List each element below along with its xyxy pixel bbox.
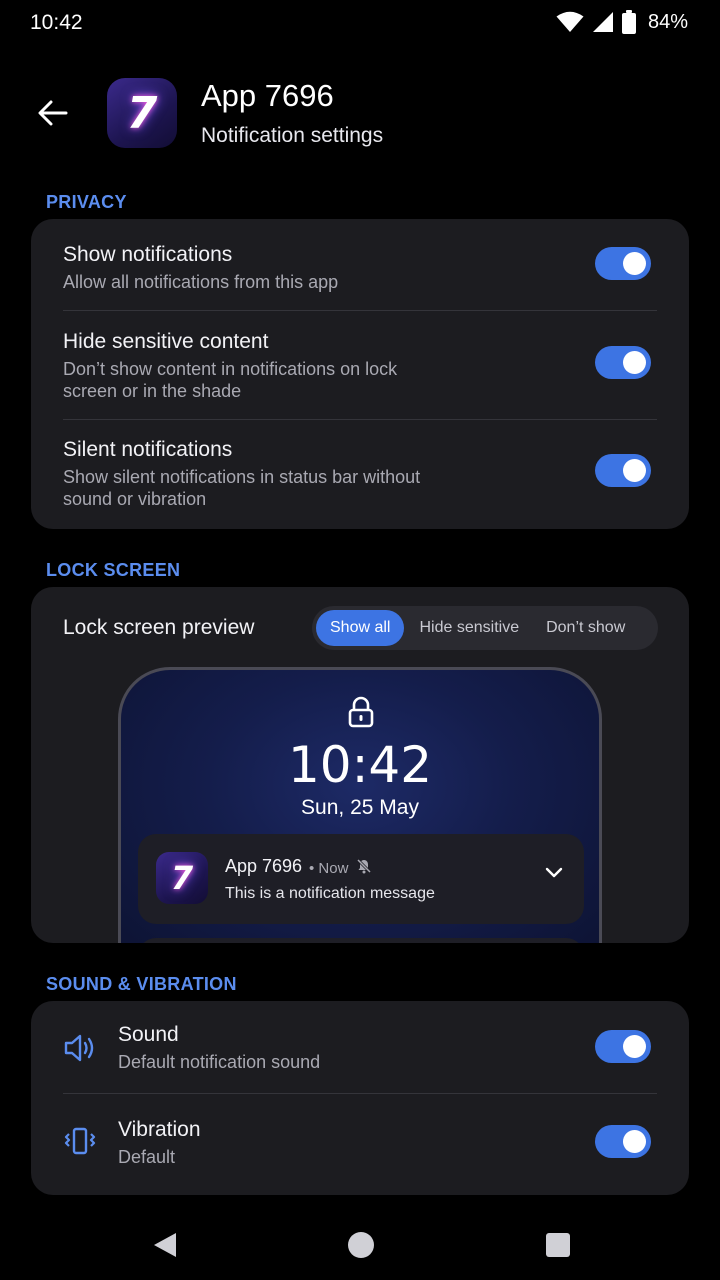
hide-sensitive-toggle[interactable] bbox=[595, 346, 651, 379]
setting-row-hide-sensitive[interactable]: Hide sensitive content Don’t show conten… bbox=[31, 311, 689, 419]
notification-settings-screen: 10:42 84% 7 App 7696 Notification settin… bbox=[0, 0, 720, 1280]
chevron-down-icon[interactable] bbox=[544, 866, 564, 885]
toggle-knob bbox=[623, 459, 646, 482]
app-icon: 7 bbox=[107, 78, 177, 148]
notification-time: • Now bbox=[309, 859, 349, 877]
status-icons: 84% bbox=[556, 10, 688, 34]
setting-description: Default notification sound bbox=[118, 1052, 321, 1072]
system-navigation-bar bbox=[0, 1210, 720, 1280]
section-label-lock-screen: LOCK SCREEN bbox=[46, 560, 181, 580]
lock-screen-time: 10:42 bbox=[287, 736, 433, 794]
back-arrow-icon bbox=[38, 100, 68, 126]
privacy-card: Show notifications Allow all notificatio… bbox=[31, 219, 689, 529]
lock-screen-preview-label: Lock screen preview bbox=[63, 616, 255, 639]
option-dont-show[interactable]: Don’t show bbox=[534, 610, 637, 646]
status-bar: 10:42 84% bbox=[0, 0, 720, 48]
setting-title: Silent notifications bbox=[63, 438, 233, 461]
toggle-knob bbox=[623, 351, 646, 374]
lock-screen-preview: 10:42 Sun, 25 May 7 App 7696 • Now This … bbox=[118, 667, 602, 943]
notification-message: This is a notification message bbox=[225, 885, 435, 902]
setting-description: Don’t show content in notifications on l… bbox=[63, 359, 398, 401]
lock-screen-visibility-selector: Show all Hide sensitive Don’t show bbox=[312, 606, 658, 650]
wifi-icon bbox=[556, 11, 584, 33]
sound-toggle[interactable] bbox=[595, 1030, 651, 1063]
setting-title: Sound bbox=[118, 1023, 179, 1046]
back-button[interactable] bbox=[28, 88, 78, 138]
nav-back-button[interactable] bbox=[150, 1230, 180, 1265]
notification-app-name: App 7696 bbox=[225, 856, 303, 876]
setting-description: Allow all notifications from this app bbox=[63, 272, 339, 292]
app-icon-glyph: 7 bbox=[126, 87, 158, 139]
setting-row-show-notifications[interactable]: Show notifications Allow all notificatio… bbox=[31, 219, 689, 311]
square-recents-icon bbox=[546, 1233, 570, 1257]
bell-off-icon bbox=[356, 858, 372, 878]
section-label-privacy: PRIVACY bbox=[46, 192, 127, 212]
battery-percentage: 84% bbox=[647, 10, 688, 33]
status-time: 10:42 bbox=[30, 11, 83, 34]
setting-row-silent-notifications[interactable]: Silent notifications Show silent notific… bbox=[31, 419, 689, 529]
show-notifications-toggle[interactable] bbox=[595, 247, 651, 280]
battery-icon bbox=[621, 10, 636, 34]
toggle-knob bbox=[623, 252, 646, 275]
page-title: App 7696 bbox=[201, 78, 334, 113]
setting-description: Show silent notifications in status bar … bbox=[63, 467, 421, 509]
lock-screen-card: Lock screen preview Show all Hide sensit… bbox=[31, 587, 689, 943]
setting-row-sound[interactable]: Sound Default notification sound bbox=[31, 1001, 689, 1094]
app-icon-glyph: 7 bbox=[170, 859, 194, 897]
silent-notifications-toggle[interactable] bbox=[595, 454, 651, 487]
notification-meta: • Now bbox=[309, 858, 372, 878]
lock-screen-date: Sun, 25 May bbox=[301, 796, 419, 819]
setting-title: Show notifications bbox=[63, 243, 233, 266]
vibration-toggle[interactable] bbox=[595, 1125, 651, 1158]
option-show-all[interactable]: Show all bbox=[316, 610, 405, 646]
toggle-knob bbox=[623, 1035, 646, 1058]
vibration-icon bbox=[63, 1126, 97, 1161]
notification-preview-partial bbox=[138, 938, 584, 943]
setting-description: Default bbox=[118, 1147, 176, 1167]
section-label-sound-vibration: SOUND & VIBRATION bbox=[46, 974, 237, 994]
setting-title: Vibration bbox=[118, 1118, 201, 1141]
nav-home-button[interactable] bbox=[346, 1230, 376, 1265]
setting-title: Hide sensitive content bbox=[63, 330, 269, 353]
setting-row-vibration[interactable]: Vibration Default bbox=[31, 1094, 689, 1195]
sound-vibration-card: Sound Default notification sound Vibrati… bbox=[31, 1001, 689, 1195]
toggle-knob bbox=[623, 1130, 646, 1153]
speaker-icon bbox=[63, 1033, 97, 1068]
triangle-back-icon bbox=[154, 1233, 176, 1257]
circle-home-icon bbox=[348, 1232, 374, 1258]
notification-app-icon: 7 bbox=[156, 852, 208, 904]
page-subtitle: Notification settings bbox=[201, 124, 384, 147]
option-hide-sensitive[interactable]: Hide sensitive bbox=[404, 610, 534, 646]
notification-preview: 7 App 7696 • Now This is a notification bbox=[138, 834, 584, 924]
nav-recents-button[interactable] bbox=[543, 1230, 573, 1265]
lock-icon bbox=[348, 696, 374, 733]
signal-icon bbox=[592, 11, 614, 33]
